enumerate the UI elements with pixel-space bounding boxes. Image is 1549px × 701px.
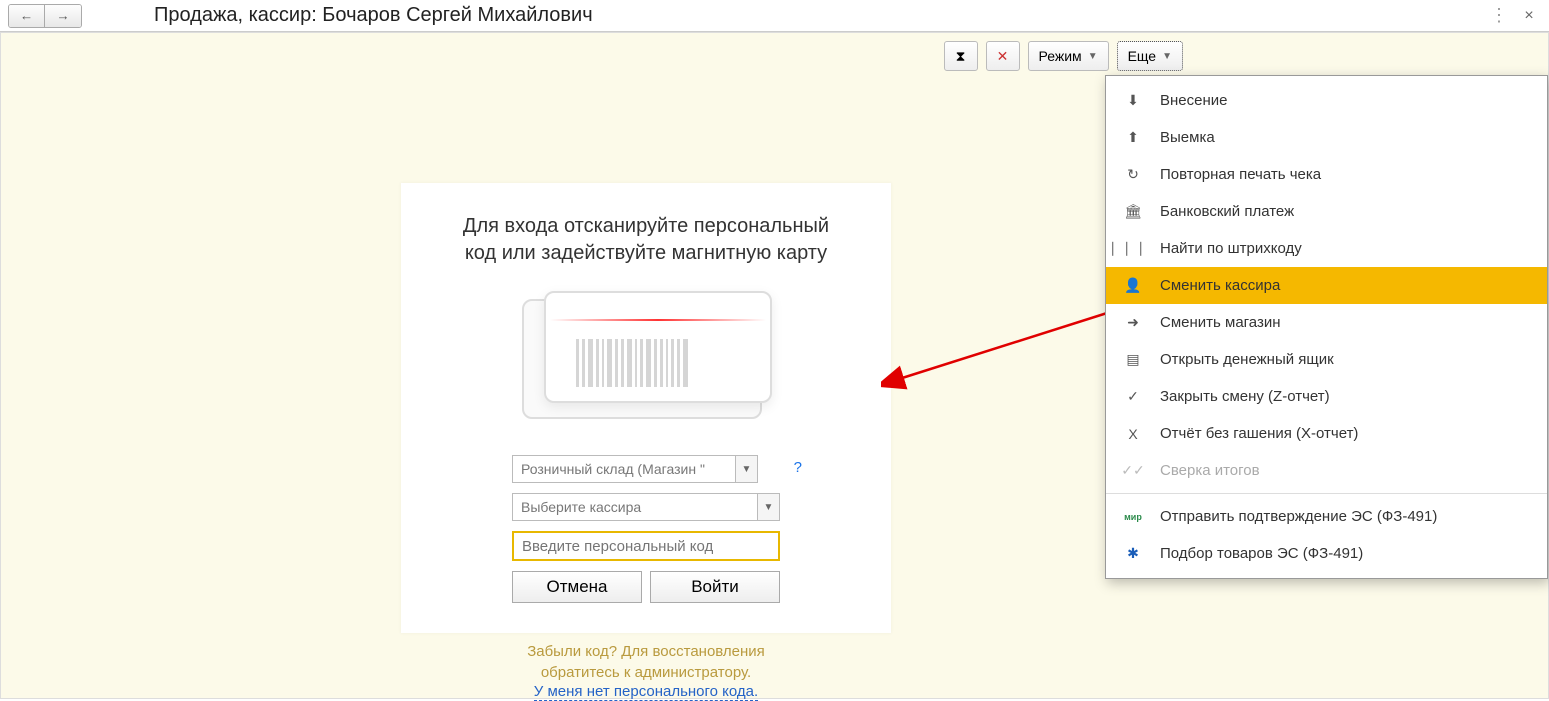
login-line1: Для входа отсканируйте персональный [436, 213, 856, 240]
menu-item[interactable]: ▤ Открыть денежный ящик [1106, 341, 1547, 378]
topbar: ← → Продажа, кассир: Бочаров Сергей Миха… [0, 0, 1549, 32]
menu-item-icon: ↻ [1124, 166, 1142, 184]
kebab-icon[interactable]: ⋮ [1489, 5, 1509, 26]
menu-item-icon: ▤ [1124, 351, 1142, 369]
menu-item[interactable]: 🏛 Банковский платеж [1106, 193, 1547, 230]
card-illustration [516, 291, 776, 431]
content-area: ⧗ ✕ Режим ▼ Еще ▼ Для входа отсканируйте… [0, 32, 1549, 699]
mode-button[interactable]: Режим ▼ [1028, 41, 1109, 71]
menu-item-icon: ✓✓ [1124, 462, 1142, 480]
caret-down-icon: ▼ [1088, 51, 1098, 62]
mode-label: Режим [1039, 48, 1082, 64]
x-icon: ✕ [997, 48, 1009, 65]
menu-item-icon: ⎸⎸⎸ [1124, 240, 1142, 258]
menu-item: ✓✓ Сверка итогов [1106, 452, 1547, 489]
annotation-arrow [881, 303, 1141, 393]
more-label: Еще [1128, 48, 1157, 64]
login-panel: Для входа отсканируйте персональный код … [401, 183, 891, 633]
menu-item-icon: ✱ [1124, 545, 1142, 563]
cancel-button[interactable]: Отмена [512, 571, 642, 603]
menu-item-icon: ➜ [1124, 314, 1142, 332]
caret-down-icon: ▼ [735, 456, 757, 482]
menu-item[interactable]: X Отчёт без гашения (X-отчет) [1106, 415, 1547, 452]
menu-item-label: Отправить подтверждение ЭС (ФЗ-491) [1160, 508, 1437, 525]
menu-item-label: Сменить кассира [1160, 277, 1280, 294]
menu-item-icon: X [1124, 425, 1142, 443]
menu-item-label: Выемка [1160, 129, 1215, 146]
menu-item[interactable]: мир Отправить подтверждение ЭС (ФЗ-491) [1106, 498, 1547, 535]
menu-item-label: Открыть денежный ящик [1160, 351, 1334, 368]
menu-item[interactable]: ⬆ Выемка [1106, 119, 1547, 156]
menu-item-icon: 🏛 [1124, 203, 1142, 221]
menu-item-icon: ✓ [1124, 388, 1142, 406]
hourglass-icon: ⧗ [956, 48, 966, 65]
code-input[interactable] [512, 531, 780, 561]
back-button[interactable]: ← [9, 5, 45, 27]
page-title: Продажа, кассир: Бочаров Сергей Михайлов… [94, 4, 1489, 27]
cashier-placeholder: Выберите кассира [521, 499, 641, 515]
login-button[interactable]: Войти [650, 571, 780, 603]
menu-item-label: Сверка итогов [1160, 462, 1260, 479]
menu-item[interactable]: ⬇ Внесение [1106, 82, 1547, 119]
more-button[interactable]: Еще ▼ [1117, 41, 1183, 71]
menu-item[interactable]: ➜ Сменить магазин [1106, 304, 1547, 341]
menu-item[interactable]: ⎸⎸⎸ Найти по штрихкоду [1106, 230, 1547, 267]
login-line2: код или задействуйте магнитную карту [436, 240, 856, 267]
menu-item-icon: ⬇ [1124, 92, 1142, 110]
delete-button[interactable]: ✕ [986, 41, 1020, 71]
nav-arrows: ← → [8, 4, 82, 28]
close-icon[interactable]: × [1517, 7, 1541, 25]
menu-item-label: Внесение [1160, 92, 1227, 109]
barcode-icon [576, 339, 736, 387]
forward-button[interactable]: → [45, 5, 81, 27]
menu-item-label: Найти по штрихкоду [1160, 240, 1302, 257]
caret-down-icon: ▼ [1162, 51, 1172, 62]
cashier-select[interactable]: Выберите кассира ▼ [512, 493, 780, 521]
menu-item-label: Подбор товаров ЭС (ФЗ-491) [1160, 545, 1363, 562]
menu-item[interactable]: ✓ Закрыть смену (Z-отчет) [1106, 378, 1547, 415]
caret-down-icon: ▼ [757, 494, 779, 520]
more-dropdown: ⬇ Внесение ⬆ Выемка ↻ Повторная печать чека 🏛 Б… [1105, 75, 1548, 579]
menu-item[interactable]: ✱ Подбор товаров ЭС (ФЗ-491) [1106, 535, 1547, 572]
no-code-link[interactable]: У меня нет персонального кода. [401, 683, 891, 700]
menu-item-label: Закрыть смену (Z-отчет) [1160, 388, 1330, 405]
store-value: Розничный склад (Магазин " [521, 461, 705, 477]
menu-item[interactable]: ↻ Повторная печать чека [1106, 156, 1547, 193]
help-icon[interactable]: ? [794, 459, 802, 476]
menu-item-label: Сменить магазин [1160, 314, 1281, 331]
menu-item-label: Повторная печать чека [1160, 166, 1321, 183]
menu-item-label: Банковский платеж [1160, 203, 1294, 220]
menu-item-icon: 👤 [1124, 277, 1142, 295]
login-instruction: Для входа отсканируйте персональный код … [436, 213, 856, 267]
hourglass-button[interactable]: ⧗ [944, 41, 978, 71]
menu-item-icon: мир [1124, 508, 1142, 526]
menu-item[interactable]: 👤 Сменить кассира [1106, 267, 1547, 304]
menu-item-icon: ⬆ [1124, 129, 1142, 147]
store-select[interactable]: Розничный склад (Магазин " ▼ [512, 455, 758, 483]
toolbar-right: ⧗ ✕ Режим ▼ Еще ▼ [944, 41, 1183, 71]
menu-item-label: Отчёт без гашения (X-отчет) [1160, 425, 1358, 442]
forgot-text: Забыли код? Для восстановления обратитес… [401, 641, 891, 683]
